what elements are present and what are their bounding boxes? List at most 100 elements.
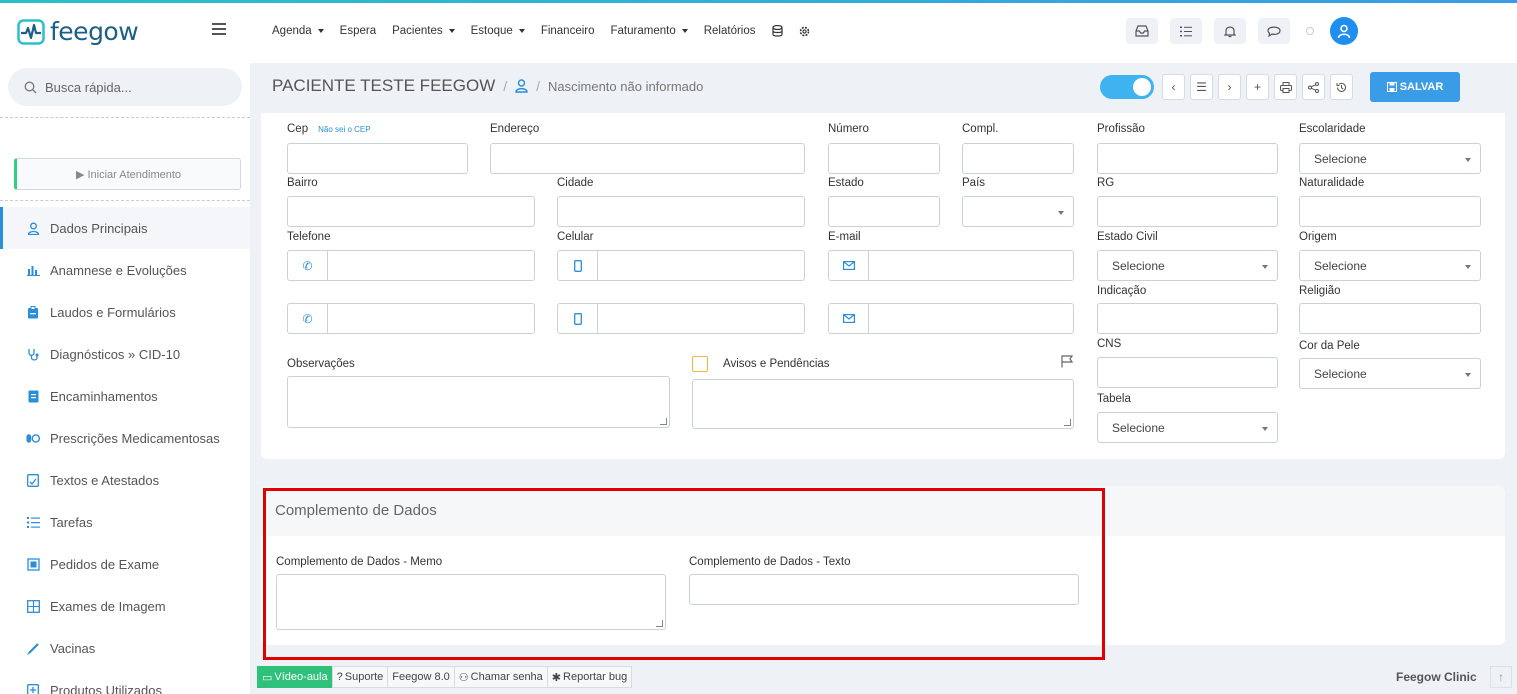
share-button[interactable] [1302, 74, 1325, 100]
sidebar-item-textos[interactable]: Textos e Atestados [0, 459, 250, 501]
profissao-input[interactable] [1097, 143, 1278, 174]
indicacao-input[interactable] [1097, 303, 1278, 334]
user-avatar[interactable] [1330, 17, 1358, 45]
database-icon[interactable] [771, 25, 783, 37]
estado-civil-select[interactable]: Selecione [1097, 250, 1278, 281]
call-ticket-button[interactable]: ⚇ Chamar senha [453, 666, 548, 688]
indicacao-label: Indicação [1097, 285, 1147, 297]
pais-select[interactable] [962, 196, 1074, 227]
search-input[interactable] [45, 79, 225, 95]
report-bug-button[interactable]: ✱ Reportar bug [546, 666, 633, 688]
sidebar-item-encaminhamentos[interactable]: Encaminhamentos [0, 375, 250, 417]
tabela-select[interactable]: Selecione [1097, 412, 1278, 443]
feegow-logo[interactable]: feegow [17, 17, 139, 46]
observacoes-label: Observações [287, 358, 355, 370]
clipboard-icon [26, 305, 40, 319]
caret-down-icon [1465, 265, 1471, 269]
sidebar-item-dados-principais[interactable]: Dados Principais [0, 207, 250, 249]
estado-label: Estado [828, 177, 864, 189]
menu-label: Pacientes [392, 25, 443, 37]
inbox-icon[interactable] [1126, 18, 1158, 44]
video-lesson-button[interactable]: ▭ Vídeo-aula [257, 666, 333, 688]
avisos-textarea[interactable] [692, 379, 1074, 429]
celular-2-input[interactable] [557, 303, 805, 334]
save-button[interactable]: SALVAR [1370, 72, 1460, 102]
sidebar-item-exames-imagem[interactable]: Exames de Imagem [0, 585, 250, 627]
list-icon: ☰ [1196, 80, 1207, 94]
cns-input[interactable] [1097, 357, 1278, 388]
cep-input[interactable] [287, 143, 468, 174]
telefone-input[interactable]: ✆ [287, 250, 535, 281]
complemento-texto-input[interactable] [689, 574, 1079, 605]
sidebar-nav: Dados Principais Anamnese e Evoluções La… [0, 207, 250, 694]
next-button[interactable]: › [1218, 74, 1241, 100]
sidebar-item-vacinas[interactable]: Vacinas [0, 627, 250, 669]
menu-financeiro[interactable]: Financeiro [541, 25, 595, 37]
menu-espera[interactable]: Espera [340, 25, 376, 37]
compl-input[interactable] [962, 143, 1074, 174]
chat-icon[interactable] [1258, 18, 1290, 44]
sidebar-item-label: Tarefas [50, 514, 93, 530]
menu-estoque[interactable]: Estoque [471, 25, 525, 37]
numero-input[interactable] [828, 143, 940, 174]
avisos-checkbox[interactable] [692, 356, 708, 372]
sidebar-item-prescricoes[interactable]: Prescrições Medicamentosas [0, 417, 250, 459]
top-navbar: Agenda Espera Pacientes Estoque Financei… [250, 3, 1517, 63]
history-button[interactable] [1330, 74, 1353, 100]
sidebar-item-laudos[interactable]: Laudos e Formulários [0, 291, 250, 333]
telefone-2-input[interactable]: ✆ [287, 303, 535, 334]
caret-down-icon [518, 29, 525, 33]
caret-down-icon [1465, 158, 1471, 162]
religiao-input[interactable] [1299, 303, 1481, 334]
birth-date: Nascimento não informado [548, 78, 704, 94]
cidade-input[interactable] [557, 196, 805, 227]
previous-button[interactable]: ‹ [1162, 74, 1185, 100]
add-button[interactable]: + [1246, 74, 1269, 100]
estado-input[interactable] [828, 196, 940, 227]
cor-pele-select[interactable]: Selecione [1299, 358, 1481, 389]
escolaridade-select[interactable]: Selecione [1299, 143, 1481, 174]
email-2-input[interactable] [828, 303, 1074, 334]
sidebar-item-pedidos-exame[interactable]: Pedidos de Exame [0, 543, 250, 585]
start-attendance-button[interactable]: ▶ Iniciar Atendimento [14, 158, 241, 190]
patient-user-icon[interactable] [515, 79, 528, 93]
notification-bell-icon[interactable] [1214, 18, 1246, 44]
complemento-texto-label: Complemento de Dados - Texto [689, 556, 851, 568]
sidebar-item-label: Anamnese e Evoluções [50, 262, 187, 278]
select-value: Selecione [1112, 420, 1165, 435]
email-input[interactable] [828, 250, 1074, 281]
checklist-icon[interactable] [1170, 18, 1202, 44]
settings-gear-icon[interactable] [799, 26, 810, 37]
menu-relatorios[interactable]: Relatórios [704, 25, 756, 37]
flag-icon[interactable] [1061, 355, 1073, 368]
active-toggle[interactable] [1100, 75, 1154, 99]
caret-down-icon [317, 29, 324, 33]
bairro-input[interactable] [287, 196, 535, 227]
support-button[interactable]: ? Suporte [331, 666, 389, 688]
plus-icon: + [1253, 80, 1261, 94]
scroll-top-arrow-icon[interactable]: ↑ [1490, 666, 1512, 688]
observacoes-textarea[interactable] [287, 376, 670, 428]
quick-search[interactable] [8, 68, 242, 106]
print-button[interactable] [1274, 74, 1297, 100]
select-value: Selecione [1112, 258, 1165, 273]
sidebar-item-produtos[interactable]: Produtos Utilizados [0, 669, 250, 694]
menu-toggle-icon[interactable] [212, 23, 226, 35]
cep-help-link[interactable]: Não sei o CEP [318, 125, 370, 134]
sidebar-item-anamnese[interactable]: Anamnese e Evoluções [0, 249, 250, 291]
select-value: Selecione [1314, 151, 1367, 166]
origem-select[interactable]: Selecione [1299, 250, 1481, 281]
rg-input[interactable] [1097, 196, 1278, 227]
menu-agenda[interactable]: Agenda [272, 25, 324, 37]
endereco-input[interactable] [490, 143, 805, 174]
menu-pacientes[interactable]: Pacientes [392, 25, 455, 37]
list-button[interactable]: ☰ [1190, 74, 1213, 100]
menu-faturamento[interactable]: Faturamento [611, 25, 688, 37]
naturalidade-input[interactable] [1299, 196, 1481, 227]
sidebar-item-tarefas[interactable]: Tarefas [0, 501, 250, 543]
celular-input[interactable] [557, 250, 805, 281]
user-icon [26, 221, 40, 235]
sidebar-item-label: Exames de Imagem [50, 598, 166, 614]
sidebar-item-diagnosticos[interactable]: Diagnósticos » CID-10 [0, 333, 250, 375]
complemento-memo-textarea[interactable] [276, 574, 666, 630]
